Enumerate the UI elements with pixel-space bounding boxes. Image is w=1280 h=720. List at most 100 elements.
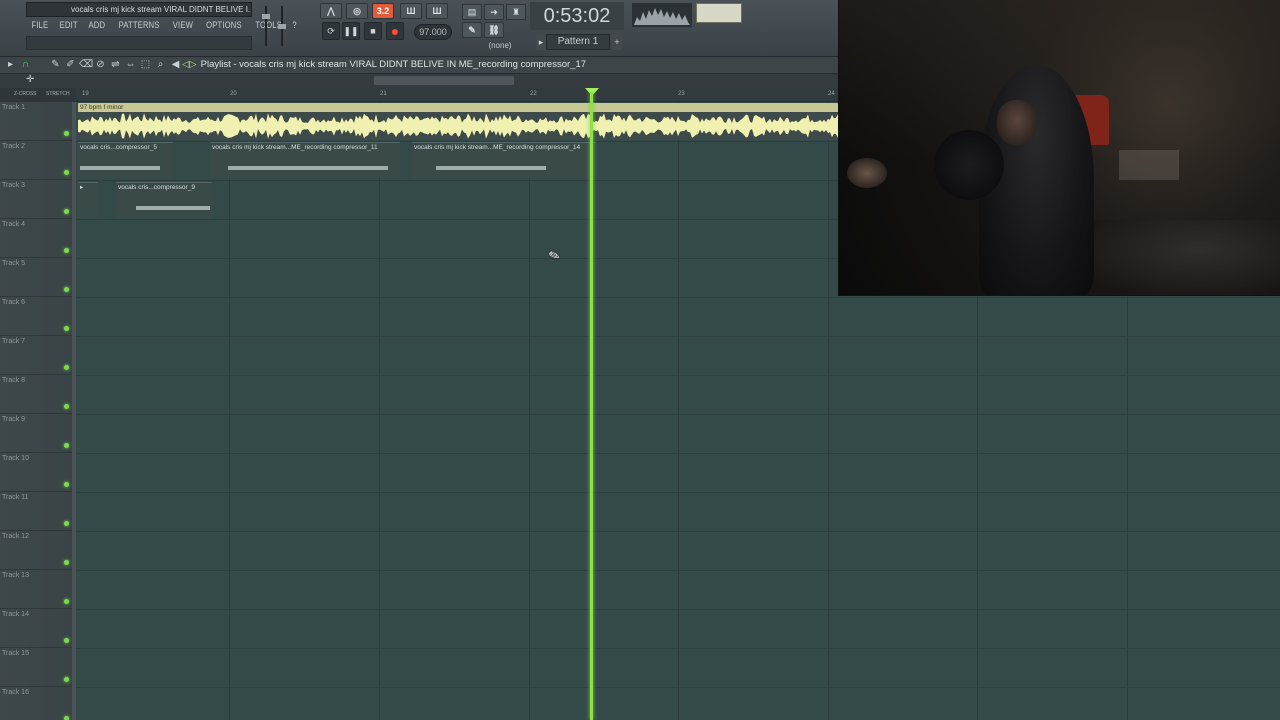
zoom-tool-icon[interactable]: ⌕: [154, 58, 167, 72]
snap-select[interactable]: (none): [480, 40, 520, 52]
track-mute-led[interactable]: [64, 209, 69, 214]
menu-view[interactable]: VIEW: [169, 18, 196, 32]
oscilloscope-wave: [634, 8, 690, 25]
arrow-icon[interactable]: ➔: [484, 4, 504, 20]
cpu-meter: [696, 3, 742, 23]
track-mute-led[interactable]: [64, 365, 69, 370]
menu-add[interactable]: ADD: [85, 18, 108, 32]
loop-record-button[interactable]: Ш: [426, 3, 448, 19]
options-arrow-icon[interactable]: ▸: [4, 58, 17, 72]
crosshair-icon[interactable]: ✛: [26, 74, 34, 85]
audio-clip[interactable]: vocals cris...compressor_5: [78, 142, 173, 178]
playlist-play-icon[interactable]: ◁▷: [182, 59, 197, 70]
playback-tool-icon[interactable]: ◀: [169, 58, 182, 72]
track-label: Track 14: [2, 611, 29, 618]
menu-help[interactable]: ?: [289, 18, 300, 32]
track-header[interactable]: Track 5: [0, 258, 76, 297]
waveform-yellow: [78, 113, 838, 139]
track-mute-led[interactable]: [64, 326, 69, 331]
track-mute-led[interactable]: [64, 443, 69, 448]
timeline-ruler[interactable]: 19 20 21 22 23 24: [76, 88, 838, 102]
track-mute-led[interactable]: [64, 638, 69, 643]
track-header[interactable]: Track 12: [0, 531, 76, 570]
track-mute-led[interactable]: [64, 131, 69, 136]
link-icon[interactable]: ⛓: [484, 22, 504, 38]
record-button[interactable]: ●: [386, 22, 404, 40]
track-label: Track 4: [2, 221, 26, 228]
track-mute-led[interactable]: [64, 716, 69, 720]
paint-tool-icon[interactable]: ✐: [64, 58, 77, 72]
track-mute-led[interactable]: [64, 482, 69, 487]
slice-tool-icon[interactable]: ⇔: [124, 58, 137, 72]
master-pitch-slider[interactable]: [278, 6, 286, 46]
track-mute-led[interactable]: [64, 677, 69, 682]
pencil-icon[interactable]: ✎: [462, 22, 482, 38]
ruler-tick: 20: [230, 91, 237, 97]
zcross-label[interactable]: Z-CROSS: [14, 91, 37, 97]
countdown-button[interactable]: 3.2: [372, 3, 394, 19]
track-header[interactable]: Track 8: [0, 375, 76, 414]
playlist-title-text: Playlist - vocals cris mj kick stream VI…: [200, 59, 587, 70]
track-header[interactable]: Track 1: [0, 102, 76, 141]
webcam-floor: [1079, 220, 1280, 295]
track-header[interactable]: Track 13: [0, 570, 76, 609]
menu-file[interactable]: FILE: [28, 18, 52, 32]
track-label: Track 1: [2, 104, 26, 111]
audio-clip-master[interactable]: 97 bpm f minor: [78, 103, 838, 140]
master-volume-slider[interactable]: [262, 6, 270, 46]
track-header[interactable]: Track 9: [0, 414, 76, 453]
track-mute-led[interactable]: [64, 599, 69, 604]
track-header[interactable]: Track 11: [0, 492, 76, 531]
stop-button[interactable]: ■: [364, 22, 382, 40]
track-label: Track 8: [2, 377, 26, 384]
song-mode-icon[interactable]: ⟳: [322, 22, 340, 40]
track-header[interactable]: Track 2: [0, 141, 76, 180]
track-label: Track 6: [2, 299, 26, 306]
track-header[interactable]: Track 4: [0, 219, 76, 258]
track-header[interactable]: Track 6: [0, 297, 76, 336]
delete-tool-icon[interactable]: ⌫: [79, 58, 93, 72]
track-mute-led[interactable]: [64, 287, 69, 292]
track-mute-led[interactable]: [64, 170, 69, 175]
mute-tool-icon[interactable]: ⊘: [94, 58, 107, 72]
stretch-label[interactable]: STRETCH: [46, 91, 70, 97]
pattern-add-icon[interactable]: +: [612, 34, 622, 50]
track-header[interactable]: Track 3: [0, 180, 76, 219]
select-tool-icon[interactable]: ⬚: [139, 58, 152, 72]
pencil-tool-icon[interactable]: ✎: [49, 58, 62, 72]
track-mute-led[interactable]: [64, 404, 69, 409]
menu-edit[interactable]: EDIT: [56, 18, 81, 32]
magnet-icon[interactable]: ∩: [19, 58, 32, 72]
audio-clip[interactable]: ▸: [78, 182, 98, 218]
track-header[interactable]: Track 14: [0, 609, 76, 648]
track-mute-led[interactable]: [64, 560, 69, 565]
tempo-display[interactable]: 97.000: [414, 24, 452, 40]
audio-clip[interactable]: vocals cris...compressor_9: [116, 182, 212, 218]
wait-input-button[interactable]: ◎: [346, 3, 368, 19]
menu-options[interactable]: OPTIONS: [203, 18, 245, 32]
playhead[interactable]: [590, 92, 593, 720]
clip-name: vocals cris...compressor_9: [118, 184, 195, 191]
metronome-icon[interactable]: ♜: [506, 4, 526, 20]
time-display[interactable]: 0:53:02: [530, 2, 624, 30]
track-header[interactable]: Track 7: [0, 336, 76, 375]
step-edit-button[interactable]: Ш: [400, 3, 422, 19]
track-header[interactable]: Track 10: [0, 453, 76, 492]
track-label: Track 2: [2, 143, 26, 150]
metronome-button[interactable]: ⋀: [320, 3, 342, 19]
menu-patterns[interactable]: PATTERNS: [115, 18, 163, 32]
pattern-selector[interactable]: Pattern 1: [546, 34, 610, 50]
horizontal-scrollbar[interactable]: [374, 76, 514, 85]
track-mute-led[interactable]: [64, 248, 69, 253]
track-mute-led[interactable]: [64, 521, 69, 526]
fl-studio-window: – ▫ × vocals cris mj kick stream VIRAL D…: [0, 0, 1280, 720]
track-header[interactable]: Track 16: [0, 687, 76, 720]
audio-clip[interactable]: vocals cris mj kick stream...ME_recordin…: [412, 142, 596, 178]
pause-button[interactable]: ❚❚: [342, 22, 360, 40]
typing-keyboard-icon[interactable]: ▤: [462, 4, 482, 20]
slip-tool-icon[interactable]: ⇌: [109, 58, 122, 72]
track-header[interactable]: Track 15: [0, 648, 76, 687]
audio-clip[interactable]: vocals cris mj kick stream...ME_recordin…: [210, 142, 400, 178]
pattern-prev-icon[interactable]: ▸: [536, 34, 546, 50]
snap-icons: ▤ ➔ ♜: [462, 4, 526, 20]
